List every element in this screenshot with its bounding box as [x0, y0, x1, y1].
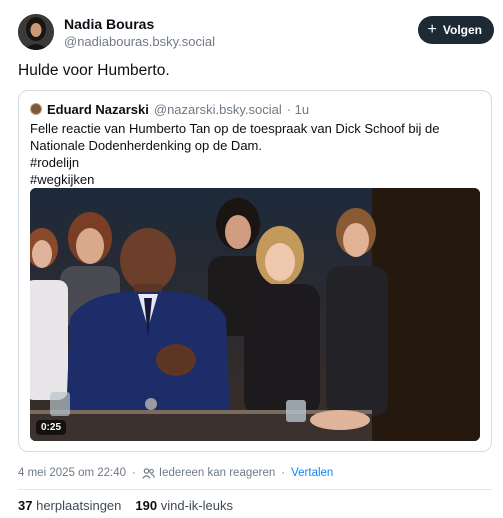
meta-separator: ·: [132, 467, 136, 479]
post-meta: 4 mei 2025 om 22:40 · Iedereen kan reage…: [18, 465, 333, 481]
video-player[interactable]: 0:25: [30, 188, 480, 441]
reply-setting: Iedereen kan reageren: [142, 467, 275, 479]
hashtag-rodelijn[interactable]: #rodelijn: [30, 154, 480, 171]
video-duration: 0:25: [36, 420, 67, 435]
quoted-post-age: · 1u: [286, 101, 310, 117]
likes-label: vind-ik-leuks: [160, 498, 233, 513]
reply-setting-label: Iedereen kan reageren: [158, 467, 276, 479]
hashtag-wegkijken[interactable]: #wegkijken: [30, 171, 480, 188]
engagement-stats: 37 herplaatsingen 190 vind-ik-leuks: [18, 498, 233, 513]
meta-separator: ·: [281, 467, 286, 479]
quoted-author-avatar[interactable]: [30, 103, 42, 115]
quoted-author-name[interactable]: Eduard Nazarski: [47, 102, 149, 117]
quoted-author-handle[interactable]: @nazarski.bsky.social: [154, 102, 282, 117]
video-thumbnail: [30, 188, 480, 441]
quoted-post-header: Eduard Nazarski @nazarski.bsky.social · …: [30, 100, 309, 118]
post-timestamp[interactable]: 4 mei 2025 om 22:40: [18, 467, 126, 479]
quoted-post-card[interactable]: Eduard Nazarski @nazarski.bsky.social · …: [18, 90, 492, 452]
translate-link[interactable]: Vertalen: [291, 467, 333, 479]
reposts-count: 37: [18, 498, 33, 513]
post-header: Nadia Bouras @nadiabouras.bsky.social + …: [18, 12, 494, 52]
follow-button-label: Volgen: [442, 23, 482, 37]
author-handle[interactable]: @nadiabouras.bsky.social: [64, 34, 215, 49]
reposts-label: herplaatsingen: [36, 498, 122, 513]
plus-icon: +: [427, 21, 437, 38]
quoted-post-text: Felle reactie van Humberto Tan op de toe…: [30, 120, 480, 188]
people-icon: [142, 467, 155, 479]
author-name[interactable]: Nadia Bouras: [64, 16, 154, 32]
quoted-text-line: Nationale Dodenherdenking op de Dam.: [30, 138, 262, 153]
likes-count: 190: [135, 498, 158, 513]
likes-stat[interactable]: 190 vind-ik-leuks: [135, 498, 233, 513]
reposts-stat[interactable]: 37 herplaatsingen: [18, 498, 121, 513]
divider: [18, 489, 492, 490]
post-text: Hulde voor Humberto.: [18, 62, 170, 79]
quoted-text-line: Felle reactie van Humberto Tan op de toe…: [30, 121, 440, 136]
follow-button[interactable]: + Volgen: [417, 16, 494, 44]
user-avatar-icon: [18, 14, 54, 50]
author-avatar[interactable]: [18, 14, 54, 50]
